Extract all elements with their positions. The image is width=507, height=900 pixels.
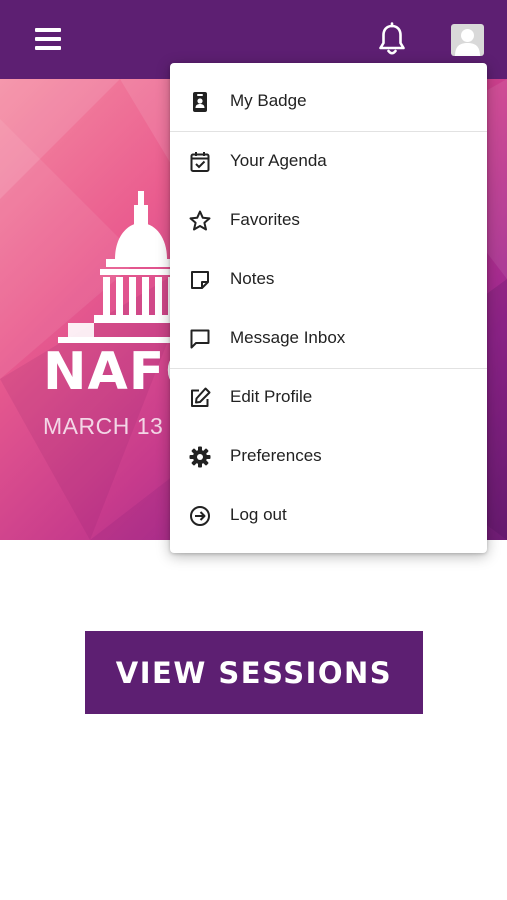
menu-item-your-agenda[interactable]: Your Agenda [170, 133, 487, 191]
menu-item-edit-profile[interactable]: Edit Profile [170, 369, 487, 427]
menu-item-preferences[interactable]: Preferences [170, 428, 487, 486]
menu-item-label: Log out [230, 505, 287, 524]
badge-icon [188, 90, 212, 114]
profile-dropdown-menu: My Badge Your Agenda Favorites Notes Mes… [170, 63, 487, 553]
view-sessions-button[interactable]: VIEW SESSIONS [85, 631, 423, 714]
star-icon [188, 209, 212, 233]
hero-date: MARCH 13 - [43, 413, 179, 439]
gear-icon [188, 445, 212, 469]
menu-item-favorites[interactable]: Favorites [170, 192, 487, 250]
menu-divider [170, 131, 487, 132]
menu-item-label: Favorites [230, 210, 300, 229]
menu-item-log-out[interactable]: Log out [170, 487, 487, 545]
calendar-check-icon [188, 150, 212, 174]
menu-item-label: Preferences [230, 446, 322, 465]
menu-item-label: Your Agenda [230, 151, 327, 170]
menu-item-label: My Badge [230, 91, 307, 110]
user-avatar-icon[interactable] [451, 24, 484, 56]
bell-icon[interactable] [376, 22, 408, 58]
hamburger-icon[interactable] [35, 28, 61, 52]
note-icon [188, 268, 212, 292]
menu-item-notes[interactable]: Notes [170, 251, 487, 309]
message-icon [188, 327, 212, 351]
edit-icon [188, 386, 212, 410]
menu-item-label: Notes [230, 269, 275, 288]
menu-item-my-badge[interactable]: My Badge [170, 73, 487, 131]
menu-item-message-inbox[interactable]: Message Inbox [170, 310, 487, 368]
logout-icon [188, 504, 212, 528]
view-sessions-label: VIEW SESSIONS [115, 655, 393, 690]
menu-item-label: Edit Profile [230, 387, 313, 406]
menu-item-label: Message Inbox [230, 328, 346, 347]
